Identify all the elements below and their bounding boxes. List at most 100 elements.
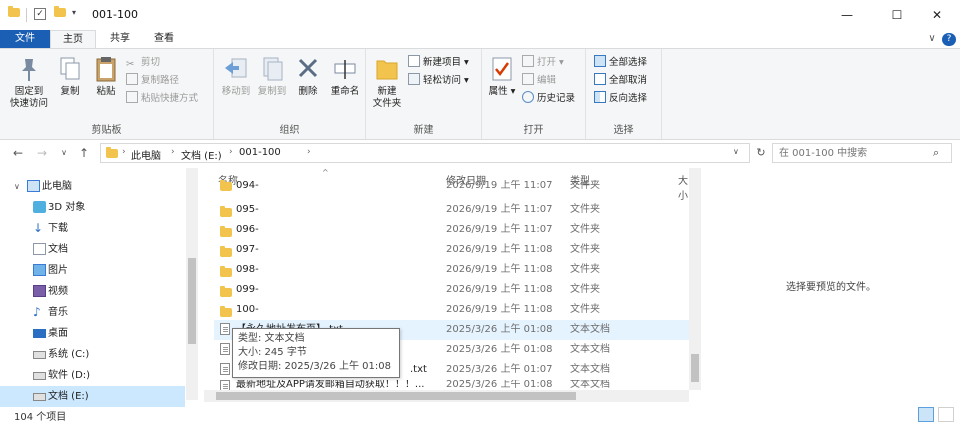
- download-icon: ↓: [33, 221, 44, 235]
- tab-file[interactable]: 文件: [0, 30, 50, 48]
- help-icon[interactable]: ?: [942, 33, 956, 46]
- recent-locations-icon[interactable]: ∨: [56, 145, 72, 161]
- address-row: ← → ∨ ↑ › 此电脑 › 文档 (E:) › 001-100 › ∨ ↻ …: [0, 140, 960, 166]
- nav-item-label: 软件 (D:): [48, 370, 91, 381]
- nav-item-music[interactable]: ♪ 音乐: [0, 302, 185, 323]
- invert-selection-button[interactable]: 反向选择: [594, 91, 647, 107]
- horizontal-scrollbar-thumb[interactable]: [216, 392, 576, 400]
- nav-item-label: 音乐: [48, 307, 68, 318]
- nav-item-downloads[interactable]: ↓ 下载: [0, 218, 185, 239]
- details-view-icon[interactable]: [918, 407, 934, 422]
- clipboard-group-label: 剪贴板: [91, 125, 122, 136]
- breadcrumb-separator: ›: [307, 147, 311, 157]
- easy-access-label: 轻松访问: [423, 75, 462, 86]
- pin-quick-access-button[interactable]: 固定到 快速访问: [6, 55, 52, 110]
- copy-button[interactable]: 复制: [52, 55, 88, 98]
- file-date: 2026/9/19 上午 11:07: [446, 204, 553, 215]
- breadcrumb-this-pc[interactable]: 此电脑: [131, 147, 161, 162]
- table-row[interactable]: 最新地址及APP请发邮箱自动获取！！！... 2025/3/26 上午 01:0…: [214, 380, 692, 390]
- search-input[interactable]: [779, 145, 929, 161]
- open-label: 打开: [537, 57, 557, 68]
- select-none-icon: [594, 73, 606, 85]
- new-folder-button[interactable]: 新建 文件夹: [368, 55, 406, 110]
- easy-access-button[interactable]: 轻松访问 ▾: [408, 73, 469, 89]
- minimize-button[interactable]: —: [824, 0, 870, 30]
- invert-selection-label: 反向选择: [609, 93, 648, 104]
- edit-button[interactable]: 编辑: [522, 73, 556, 89]
- sort-ascending-icon: ^: [322, 168, 329, 177]
- nav-item-label: 系统 (C:): [48, 349, 90, 360]
- search-box[interactable]: ⌕: [772, 143, 952, 163]
- close-button[interactable]: ✕: [914, 0, 960, 30]
- breadcrumb-current-folder[interactable]: 001-100: [239, 147, 281, 158]
- table-row[interactable]: 098- 2026/9/19 上午 11:08 文件夹: [214, 260, 692, 280]
- customize-quick-access-icon[interactable]: ▾: [72, 8, 76, 22]
- properties-quick-icon[interactable]: ✓: [34, 8, 46, 20]
- select-none-button[interactable]: 全部取消: [594, 73, 647, 89]
- select-none-label: 全部取消: [609, 75, 648, 86]
- chevron-down-icon[interactable]: ∨: [14, 176, 20, 197]
- copy-to-button[interactable]: 复制到: [254, 55, 290, 98]
- ribbon-collapse-icon[interactable]: ∨: [925, 30, 939, 48]
- nav-item-3d-objects[interactable]: 3D 对象: [0, 197, 185, 218]
- nav-item-pictures[interactable]: 图片: [0, 260, 185, 281]
- paste-shortcut-icon: [126, 91, 138, 103]
- rename-button[interactable]: 重命名: [326, 55, 364, 98]
- properties-button[interactable]: 属性 ▾: [486, 55, 518, 98]
- nav-item-drive-c[interactable]: 系统 (C:): [0, 344, 185, 365]
- nav-scrollbar-thumb[interactable]: [188, 258, 196, 344]
- file-type: 文件夹: [570, 284, 600, 295]
- search-icon[interactable]: ⌕: [933, 146, 939, 160]
- new-folder-quick-icon[interactable]: [54, 6, 66, 22]
- pin-label-2: 快速访问: [9, 98, 48, 109]
- table-row[interactable]: 096- 2026/9/19 上午 11:07 文件夹: [214, 220, 692, 240]
- new-item-icon: [408, 55, 420, 67]
- nav-item-videos[interactable]: 视频: [0, 281, 185, 302]
- history-icon: [522, 91, 534, 103]
- vertical-scrollbar-thumb[interactable]: [691, 354, 699, 382]
- tooltip-type: 类型: 文本文档: [238, 333, 305, 344]
- tab-share[interactable]: 共享: [100, 30, 140, 48]
- refresh-icon[interactable]: ↻: [753, 145, 769, 161]
- move-to-button[interactable]: 移动到: [218, 55, 254, 98]
- address-dropdown-icon[interactable]: ∨: [733, 147, 739, 156]
- nav-item-desktop[interactable]: 桌面: [0, 323, 185, 344]
- file-name: 097-: [236, 244, 259, 255]
- new-item-button[interactable]: 新建项目 ▾: [408, 55, 469, 71]
- open-icon: [522, 55, 534, 67]
- history-button[interactable]: 历史记录: [522, 91, 575, 107]
- properties-icon: [492, 57, 512, 81]
- tab-view[interactable]: 查看: [144, 30, 184, 48]
- delete-button[interactable]: 删除: [292, 55, 324, 98]
- open-button[interactable]: 打开 ▾: [522, 55, 564, 71]
- tab-home[interactable]: 主页: [50, 30, 96, 48]
- item-count: 104 个项目: [14, 412, 67, 423]
- copy-path-button[interactable]: 复制路径: [126, 73, 179, 89]
- cut-button[interactable]: ✂ 剪切: [126, 55, 160, 71]
- address-bar[interactable]: › 此电脑 › 文档 (E:) › 001-100 › ∨: [100, 143, 750, 163]
- file-date: 2026/9/19 上午 11:07: [446, 180, 553, 191]
- table-row[interactable]: 094- 2026/9/19 上午 11:07 文件夹: [214, 180, 692, 192]
- nav-item-this-pc[interactable]: ∨ 此电脑: [0, 176, 185, 197]
- paste-button[interactable]: 粘贴: [88, 55, 124, 98]
- file-name: 095-: [236, 204, 259, 215]
- new-folder-label-2: 文件夹: [372, 98, 402, 109]
- back-arrow-icon[interactable]: ←: [10, 145, 26, 161]
- open-group-label: 打开: [523, 125, 544, 136]
- paste-shortcut-button[interactable]: 粘贴快捷方式: [126, 91, 198, 107]
- select-all-button[interactable]: 全部选择: [594, 55, 647, 71]
- tooltip-date: 修改日期: 2025/3/26 上午 01:08: [238, 361, 391, 372]
- file-date: 2026/9/19 上午 11:08: [446, 304, 553, 315]
- nav-item-drive-d[interactable]: 软件 (D:): [0, 365, 185, 386]
- large-icons-view-icon[interactable]: [938, 407, 954, 422]
- table-row[interactable]: 099- 2026/9/19 上午 11:08 文件夹: [214, 280, 692, 300]
- title-bar: ✓ ▾ 001-100 — ☐ ✕: [0, 0, 960, 30]
- breadcrumb-drive-e[interactable]: 文档 (E:): [181, 147, 222, 162]
- nav-item-documents[interactable]: 文档: [0, 239, 185, 260]
- up-arrow-icon[interactable]: ↑: [76, 145, 92, 161]
- drive-icon: [33, 372, 46, 380]
- table-row[interactable]: 100- 2026/9/19 上午 11:08 文件夹: [214, 300, 692, 320]
- table-row[interactable]: 095- 2026/9/19 上午 11:07 文件夹: [214, 200, 692, 220]
- forward-arrow-icon[interactable]: →: [34, 145, 50, 161]
- table-row[interactable]: 097- 2026/9/19 上午 11:08 文件夹: [214, 240, 692, 260]
